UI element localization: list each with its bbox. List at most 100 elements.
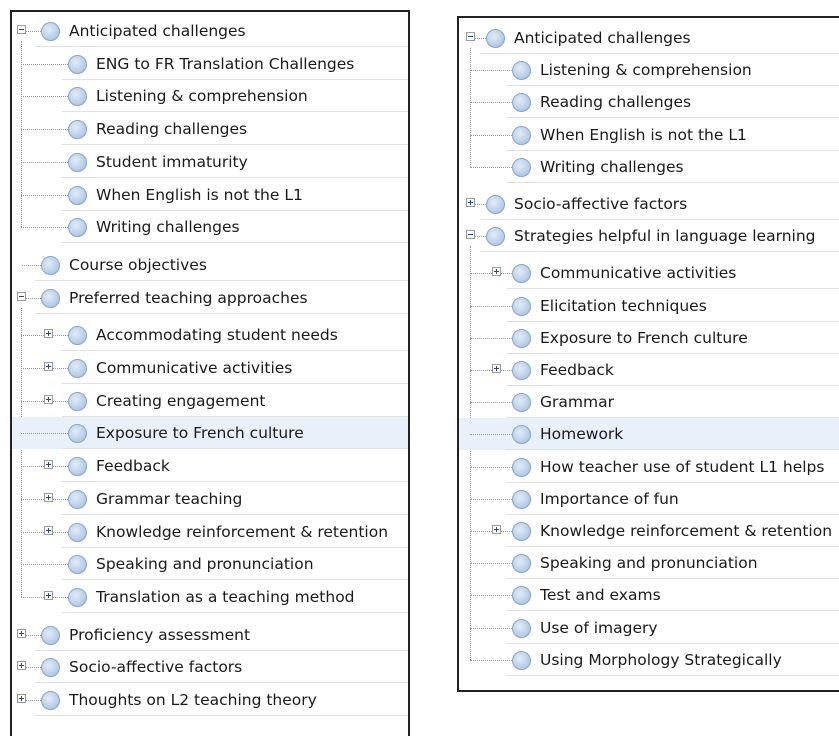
expand-plus-icon[interactable] xyxy=(466,198,475,207)
tree-item-how-teacher-use-of-student-l1-helps[interactable]: How teacher use of student L1 helps xyxy=(459,451,839,483)
expand-plus-icon[interactable] xyxy=(17,661,26,671)
tree-item-when-english-is-not-the-l1[interactable]: When English is not the L1 xyxy=(459,119,839,151)
expand-plus-icon[interactable] xyxy=(44,525,53,535)
code-node-icon xyxy=(512,425,531,445)
tree-connector-line xyxy=(470,166,512,168)
tree-item-when-english-is-not-the-l1[interactable]: When English is not the L1 xyxy=(12,179,408,211)
tree-item-communicative-activities[interactable]: Communicative activities xyxy=(459,257,839,290)
tree-connector-line xyxy=(21,433,68,435)
tree-item-exposure-to-french-culture[interactable]: Exposure to French culture xyxy=(12,417,408,450)
code-node-icon xyxy=(512,457,531,477)
expand-plus-icon[interactable] xyxy=(17,628,26,638)
collapse-minus-icon[interactable] xyxy=(466,32,475,41)
tree-item-student-immaturity[interactable]: Student immaturity xyxy=(12,146,408,178)
tree-item-accommodating-student-needs[interactable]: Accommodating student needs xyxy=(12,319,408,352)
tree-item-label: Course objectives xyxy=(69,255,207,274)
code-node-icon xyxy=(512,618,531,638)
tree-item-label: Exposure to French culture xyxy=(540,328,748,347)
tree-item-strategies-helpful-in-language-learning[interactable]: Strategies helpful in language learning xyxy=(459,220,839,253)
tree-item-grammar-teaching[interactable]: Grammar teaching xyxy=(12,483,408,515)
tree-item-elicitation-techniques[interactable]: Elicitation techniques xyxy=(459,290,839,322)
tree-item-label: Creating engagement xyxy=(96,391,266,410)
tree-item-listening-and-comprehension[interactable]: Listening & comprehension xyxy=(12,80,408,113)
code-node-icon xyxy=(512,328,531,348)
tree-item-course-objectives[interactable]: Course objectives xyxy=(12,249,408,281)
codes-tree-right: Anticipated challenges Listening & compre… xyxy=(459,18,839,690)
tree-connector-line xyxy=(21,96,68,98)
tree-connector-line xyxy=(470,305,512,307)
tree-item-label: Use of imagery xyxy=(540,618,658,637)
tree-item-anticipated-challenges[interactable]: Anticipated challenges xyxy=(459,22,839,54)
tree-item-label: Knowledge reinforcement & retention xyxy=(96,522,389,541)
tree-connector-line xyxy=(470,402,512,404)
code-node-icon xyxy=(486,195,505,214)
tree-item-communicative-activities[interactable]: Communicative activities xyxy=(12,352,408,384)
tree-item-listening-and-comprehension[interactable]: Listening & comprehension xyxy=(459,54,839,87)
tree-item-writing-challenges[interactable]: Writing challenges xyxy=(12,211,408,244)
code-node-icon xyxy=(512,586,531,606)
code-node-icon xyxy=(68,326,87,346)
code-node-icon xyxy=(41,658,60,678)
tree-item-translation-as-a-teaching-method[interactable]: Translation as a teaching method xyxy=(12,581,408,613)
code-node-icon xyxy=(512,522,531,541)
expand-plus-icon[interactable] xyxy=(492,364,501,373)
code-node-icon xyxy=(486,29,505,48)
tree-item-knowledge-reinforcement-and-retention[interactable]: Knowledge reinforcement & retention xyxy=(12,516,408,548)
tree-connector-line xyxy=(470,370,512,371)
tree-item-thoughts-on-l2-teaching-theory[interactable]: Thoughts on L2 teaching theory xyxy=(12,684,408,716)
collapse-minus-icon[interactable] xyxy=(17,291,26,301)
tree-item-reading-challenges[interactable]: Reading challenges xyxy=(12,113,408,146)
tree-item-label: Writing challenges xyxy=(96,218,240,237)
tree-item-label: Knowledge reinforcement & retention xyxy=(540,522,833,540)
tree-item-knowledge-reinforcement-and-retention[interactable]: Knowledge reinforcement & retention xyxy=(459,515,839,547)
collapse-minus-icon[interactable] xyxy=(17,25,26,34)
tree-item-speaking-and-pronunciation[interactable]: Speaking and pronunciation xyxy=(459,547,839,580)
tree-item-anticipated-challenges[interactable]: Anticipated challenges xyxy=(12,15,408,47)
tree-item-socio-affective-factors[interactable]: Socio-affective factors xyxy=(12,651,408,684)
code-node-icon xyxy=(68,489,87,509)
tree-item-preferred-teaching-approaches[interactable]: Preferred teaching approaches xyxy=(12,282,408,314)
tree-panel-right: Anticipated challenges Listening & compre… xyxy=(457,16,839,692)
tree-item-test-and-exams[interactable]: Test and exams xyxy=(459,579,839,612)
tree-item-speaking-and-pronunciation[interactable]: Speaking and pronunciation xyxy=(12,548,408,581)
code-node-icon xyxy=(68,185,87,205)
tree-item-proficiency-assessment[interactable]: Proficiency assessment xyxy=(12,619,408,651)
tree-item-label: Preferred teaching approaches xyxy=(69,288,308,307)
expand-plus-icon[interactable] xyxy=(492,267,501,277)
code-node-icon xyxy=(41,625,60,645)
code-node-icon xyxy=(512,650,531,670)
collapse-minus-icon[interactable] xyxy=(466,230,475,240)
tree-item-use-of-imagery[interactable]: Use of imagery xyxy=(459,612,839,644)
code-node-icon xyxy=(512,361,531,380)
tree-item-grammar[interactable]: Grammar xyxy=(459,386,839,419)
expand-plus-icon[interactable] xyxy=(44,394,53,404)
tree-connector-line xyxy=(470,563,512,565)
tree-item-feedback[interactable]: Feedback xyxy=(12,450,408,483)
expand-plus-icon[interactable] xyxy=(44,362,53,371)
tree-item-label: Listening & comprehension xyxy=(96,87,308,106)
tree-item-label: Feedback xyxy=(96,457,170,476)
tree-item-exposure-to-french-culture[interactable]: Exposure to French culture xyxy=(459,322,839,354)
expand-plus-icon[interactable] xyxy=(44,329,53,339)
tree-item-feedback[interactable]: Feedback xyxy=(459,354,839,386)
code-node-icon xyxy=(512,489,531,509)
tree-item-label: Socio-affective factors xyxy=(514,195,688,213)
tree-item-socio-affective-factors[interactable]: Socio-affective factors xyxy=(459,188,839,220)
expand-plus-icon[interactable] xyxy=(44,492,53,502)
tree-item-creating-engagement[interactable]: Creating engagement xyxy=(12,385,408,417)
tree-item-reading-challenges[interactable]: Reading challenges xyxy=(459,86,839,119)
expand-plus-icon[interactable] xyxy=(17,694,26,703)
expand-plus-icon[interactable] xyxy=(44,460,53,470)
tree-item-homework[interactable]: Homework xyxy=(459,418,839,451)
tree-item-writing-challenges[interactable]: Writing challenges xyxy=(459,151,839,183)
tree-item-importance-of-fun[interactable]: Importance of fun xyxy=(459,483,839,515)
tree-item-label: Communicative activities xyxy=(540,264,737,283)
tree-item-label: Accommodating student needs xyxy=(96,326,338,345)
tree-connector-line xyxy=(21,227,68,229)
expand-plus-icon[interactable] xyxy=(44,590,53,600)
tree-item-using-morphology-strategically[interactable]: Using Morphology Strategically xyxy=(459,644,839,676)
tree-item-label: When English is not the L1 xyxy=(540,125,747,144)
tree-item-eng-to-fr-translation-challenges[interactable]: ENG to FR Translation Challenges xyxy=(12,48,408,80)
expand-plus-icon[interactable] xyxy=(492,525,501,534)
tree-item-label: When English is not the L1 xyxy=(96,185,303,204)
